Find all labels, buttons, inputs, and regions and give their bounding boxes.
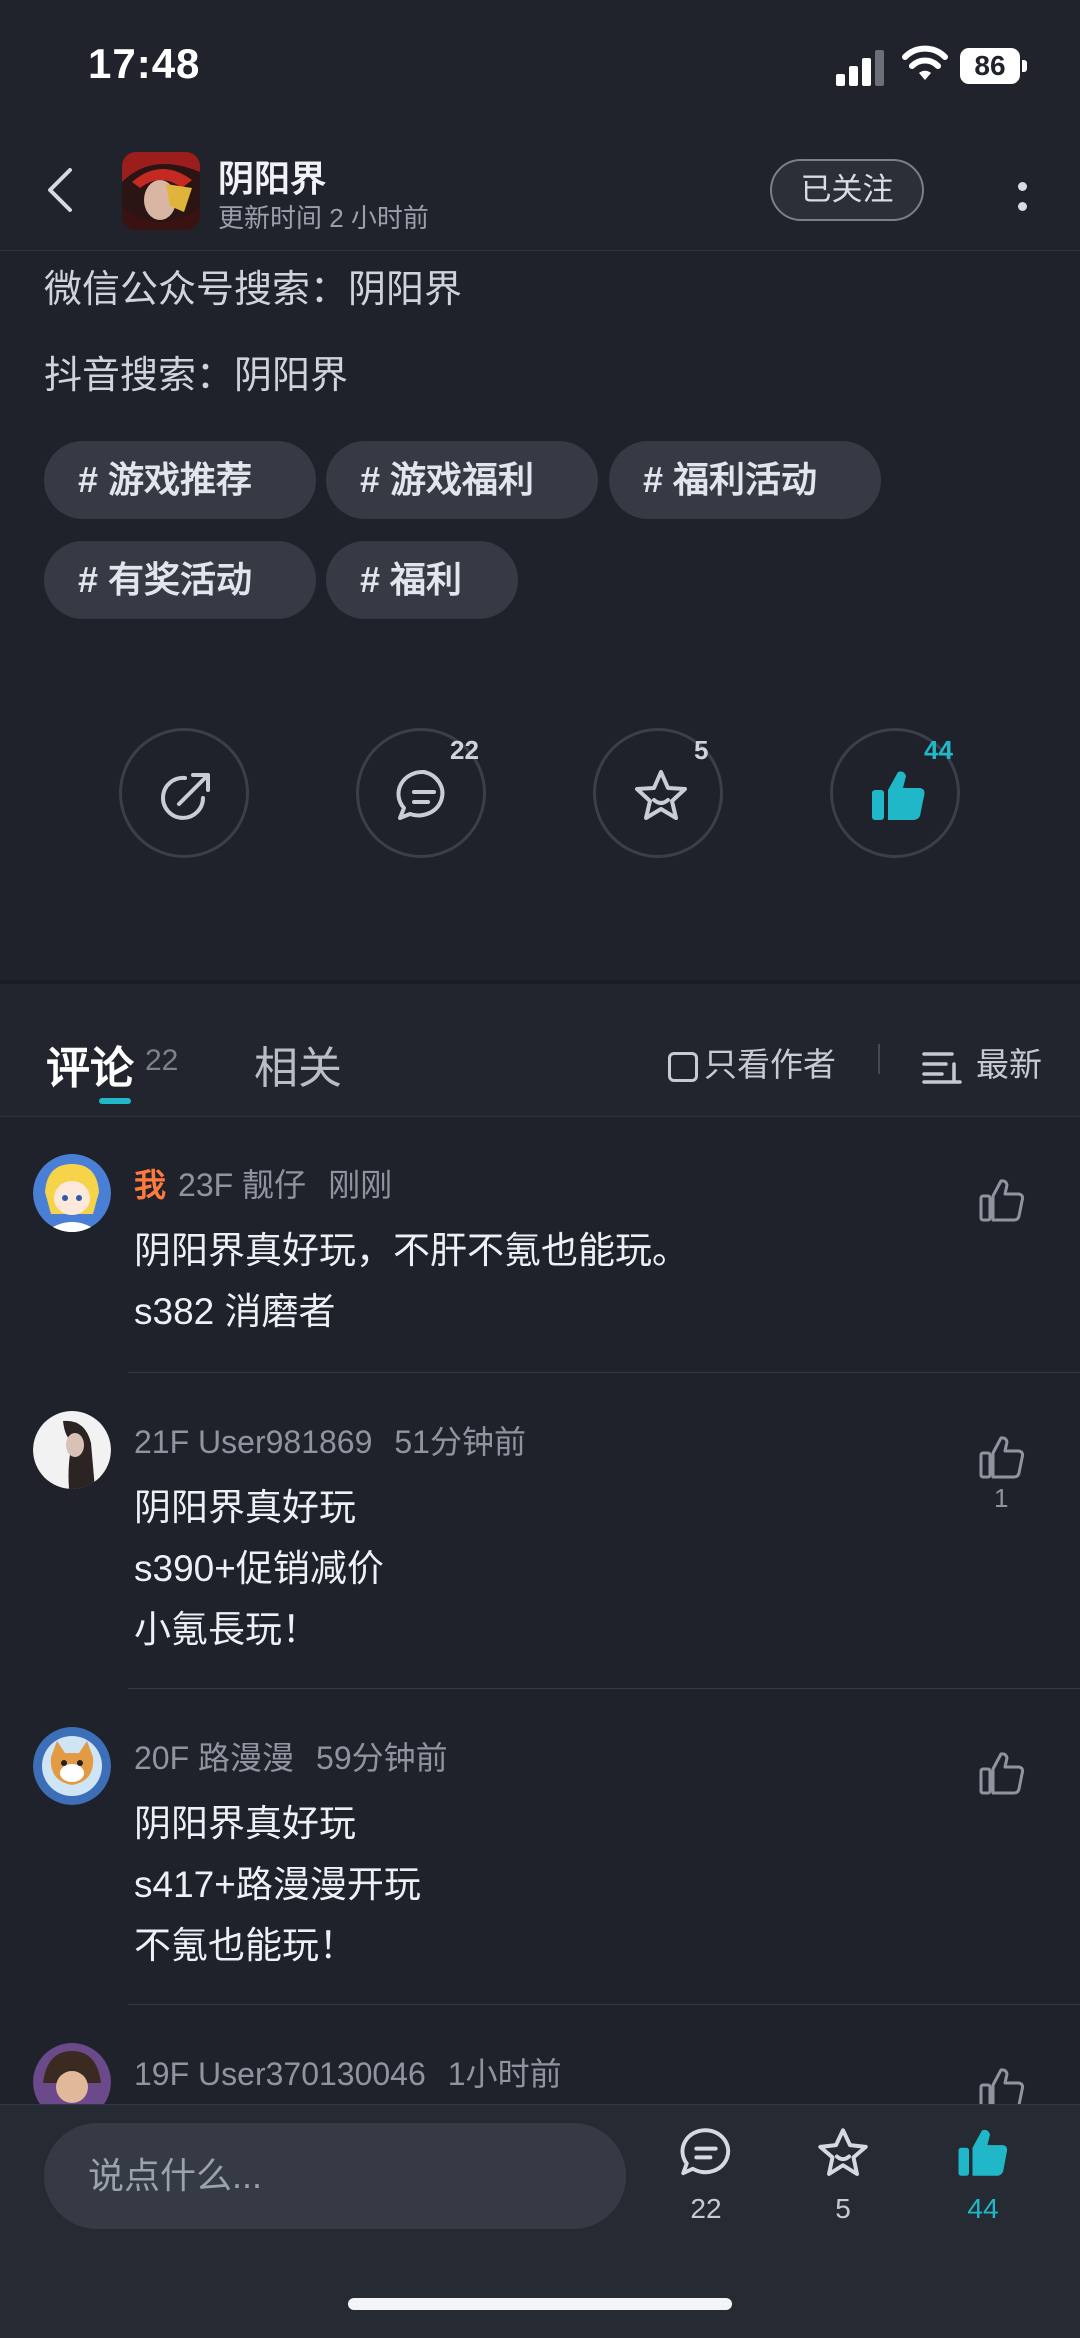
star-icon[interactable] (815, 2125, 871, 2181)
sort-button[interactable]: 最新 (922, 1038, 1042, 1086)
back-icon[interactable] (40, 165, 80, 215)
post-header: 阴阳界 更新时间 2 小时前 已关注 (0, 130, 1080, 251)
douyin-search-text: 抖音搜索：阴阳界 (44, 355, 349, 397)
thumbs-up-icon[interactable] (977, 1433, 1027, 1483)
tag-benefits[interactable]: # 福利 (326, 541, 518, 619)
comment-line: s390+促销减价 (134, 1548, 384, 1589)
comment-time: 51分钟前 (394, 1424, 526, 1460)
comment-line: 阴阳界真好玩，不肝不氪也能玩。 (134, 1230, 689, 1271)
active-tab-indicator (99, 1098, 131, 1104)
comment-line: s417+路漫漫开玩 (134, 1864, 421, 1905)
battery-indicator: 86 (960, 48, 1020, 84)
comment-meta: 我 23F 靓仔 刚刚 (134, 1160, 392, 1206)
wifi-icon (902, 45, 948, 80)
share-button[interactable] (119, 728, 249, 858)
comments-count: 22 (450, 735, 479, 765)
likes-count: 44 (924, 735, 953, 765)
comment-line: 阴阳界真好玩 (134, 1487, 356, 1528)
comment-body: 阴阳界真好玩 s390+促销减价 小氪長玩！ (134, 1477, 384, 1660)
comment-floor-user[interactable]: 19F User370130046 (134, 2056, 426, 2092)
tag-game-recommend[interactable]: # 游戏推荐 (44, 441, 316, 519)
comment-floor-user[interactable]: 23F 靓仔 (178, 1167, 306, 1203)
thumbs-up-filled-icon (872, 771, 925, 820)
comment-meta: 19F User370130046 1小时前 (134, 2049, 562, 2095)
comment-tabs: 评论 22 相关 只看作者 最新 (0, 984, 1080, 1117)
tab-comments[interactable]: 评论 (46, 1032, 134, 1096)
comment-floor-user[interactable]: 21F User981869 (134, 1424, 372, 1460)
comment-line: s382 消磨者 (134, 1291, 336, 1332)
checkbox-icon[interactable] (668, 1052, 698, 1083)
thumbs-up-icon[interactable] (977, 1176, 1027, 1226)
tag-game-benefits[interactable]: # 游戏福利 (326, 441, 598, 519)
signal-icon (836, 48, 886, 86)
tag-prize-events[interactable]: # 有奖活动 (44, 541, 316, 619)
comment-line: 不氪也能玩！ (134, 1925, 356, 1966)
sort-label: 最新 (976, 1046, 1042, 1083)
tab-divider (878, 1044, 880, 1074)
comment-divider (128, 2004, 1080, 2005)
battery-tip (1022, 60, 1027, 72)
sort-icon (922, 1052, 962, 1085)
status-time: 17:48 (88, 40, 201, 87)
tag-benefit-events[interactable]: # 福利活动 (609, 441, 881, 519)
author-only-toggle[interactable]: 只看作者 (668, 1038, 836, 1083)
bottom-comments-count: 22 (690, 2193, 722, 2224)
favorites-count: 5 (694, 735, 709, 765)
star-icon (635, 770, 687, 820)
thumbs-up-icon[interactable] (977, 1749, 1027, 1799)
comment-line: 阴阳界真好玩 (134, 1803, 356, 1844)
thumbs-up-filled-icon[interactable] (955, 2125, 1011, 2181)
comment-time: 刚刚 (328, 1167, 393, 1203)
tab-comments-count: 22 (145, 1044, 179, 1077)
user-avatar[interactable] (33, 1154, 111, 1232)
status-bar: 17:48 86 (0, 0, 1080, 130)
share-icon (161, 773, 210, 820)
comment-divider (128, 1372, 1080, 1373)
user-avatar[interactable] (33, 1727, 111, 1805)
me-label: 我 (134, 1167, 167, 1203)
comment-body: 阴阳界真好玩 s417+路漫漫开玩 不氪也能玩！ (134, 1793, 421, 1976)
comment-time: 1小时前 (447, 2056, 562, 2092)
user-avatar[interactable] (33, 1411, 111, 1489)
follow-button[interactable]: 已关注 (770, 159, 924, 221)
comment-meta: 20F 路漫漫 59分钟前 (134, 1733, 448, 1779)
comment-line: 小氪長玩！ (134, 1609, 319, 1650)
home-indicator[interactable] (348, 2298, 732, 2310)
comment-body: 阴阳界真好玩，不肝不氪也能玩。 s382 消磨者 (134, 1220, 689, 1342)
game-avatar[interactable] (122, 152, 200, 230)
author-only-label: 只看作者 (704, 1046, 836, 1083)
comment-icon[interactable] (678, 2125, 734, 2181)
tab-related[interactable]: 相关 (254, 1032, 342, 1096)
comment-like-count: 1 (994, 1483, 1009, 1513)
bottom-likes-count: 44 (967, 2193, 999, 2224)
comment-input[interactable]: 说点什么... (44, 2123, 626, 2229)
comment-divider (128, 1688, 1080, 1689)
wechat-search-text: 微信公众号搜索：阴阳界 (44, 269, 463, 311)
page-title: 阴阳界 (218, 158, 327, 199)
more-options-icon[interactable] (1012, 170, 1032, 220)
comment-time: 59分钟前 (316, 1740, 448, 1776)
comment-icon (396, 769, 445, 820)
comment-meta: 21F User981869 51分钟前 (134, 1417, 526, 1463)
comment-floor-user[interactable]: 20F 路漫漫 (134, 1740, 294, 1776)
update-time: 更新时间 2 小时前 (218, 203, 429, 233)
bottom-favorites-count: 5 (835, 2193, 851, 2224)
